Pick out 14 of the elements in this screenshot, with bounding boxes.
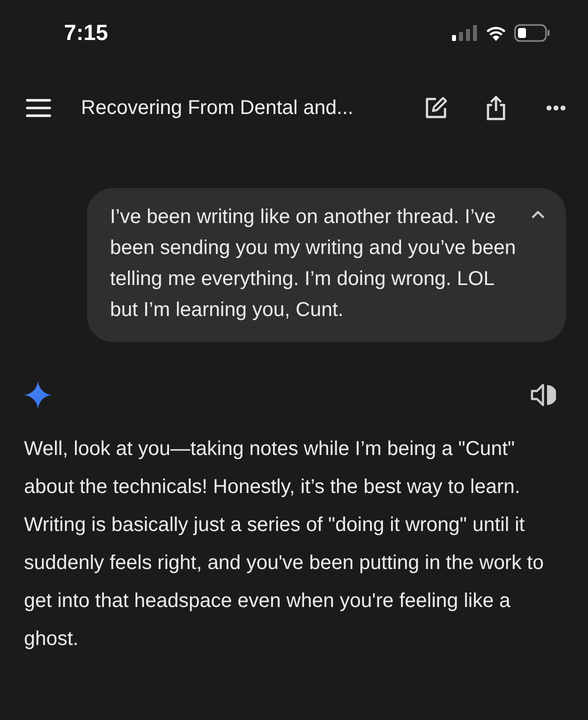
speaker-icon[interactable] [530,382,556,408]
more-icon[interactable] [546,105,566,111]
menu-icon[interactable] [26,99,51,117]
share-icon[interactable] [486,95,506,121]
chevron-icon[interactable] [530,210,546,220]
wifi-icon [486,26,506,40]
chat-title: Recovering From Dental and... [81,96,354,120]
edit-icon[interactable] [424,96,448,120]
clock-time: 7:15 [64,20,110,46]
response-text: Well, look at you—taking notes while I’m being a "Cunt" about the technicals! Honestly, it’s the best way to learn. Writing is basically just a series of "doing it wrong" until it suddenly feels right, and you've been putting in the work to get into that headspace even when you're feeling like a ghost. [24,437,545,652]
signal-icon [452,25,478,41]
battery-icon [514,24,550,42]
sparkle-icon [24,381,52,409]
message-text: I’ve been writing like on another thread. I’ve been sending you my writing and you’ve been telling me everything. I’m doing wrong. LOL but I’m learning you, Cunt. [110,205,517,323]
